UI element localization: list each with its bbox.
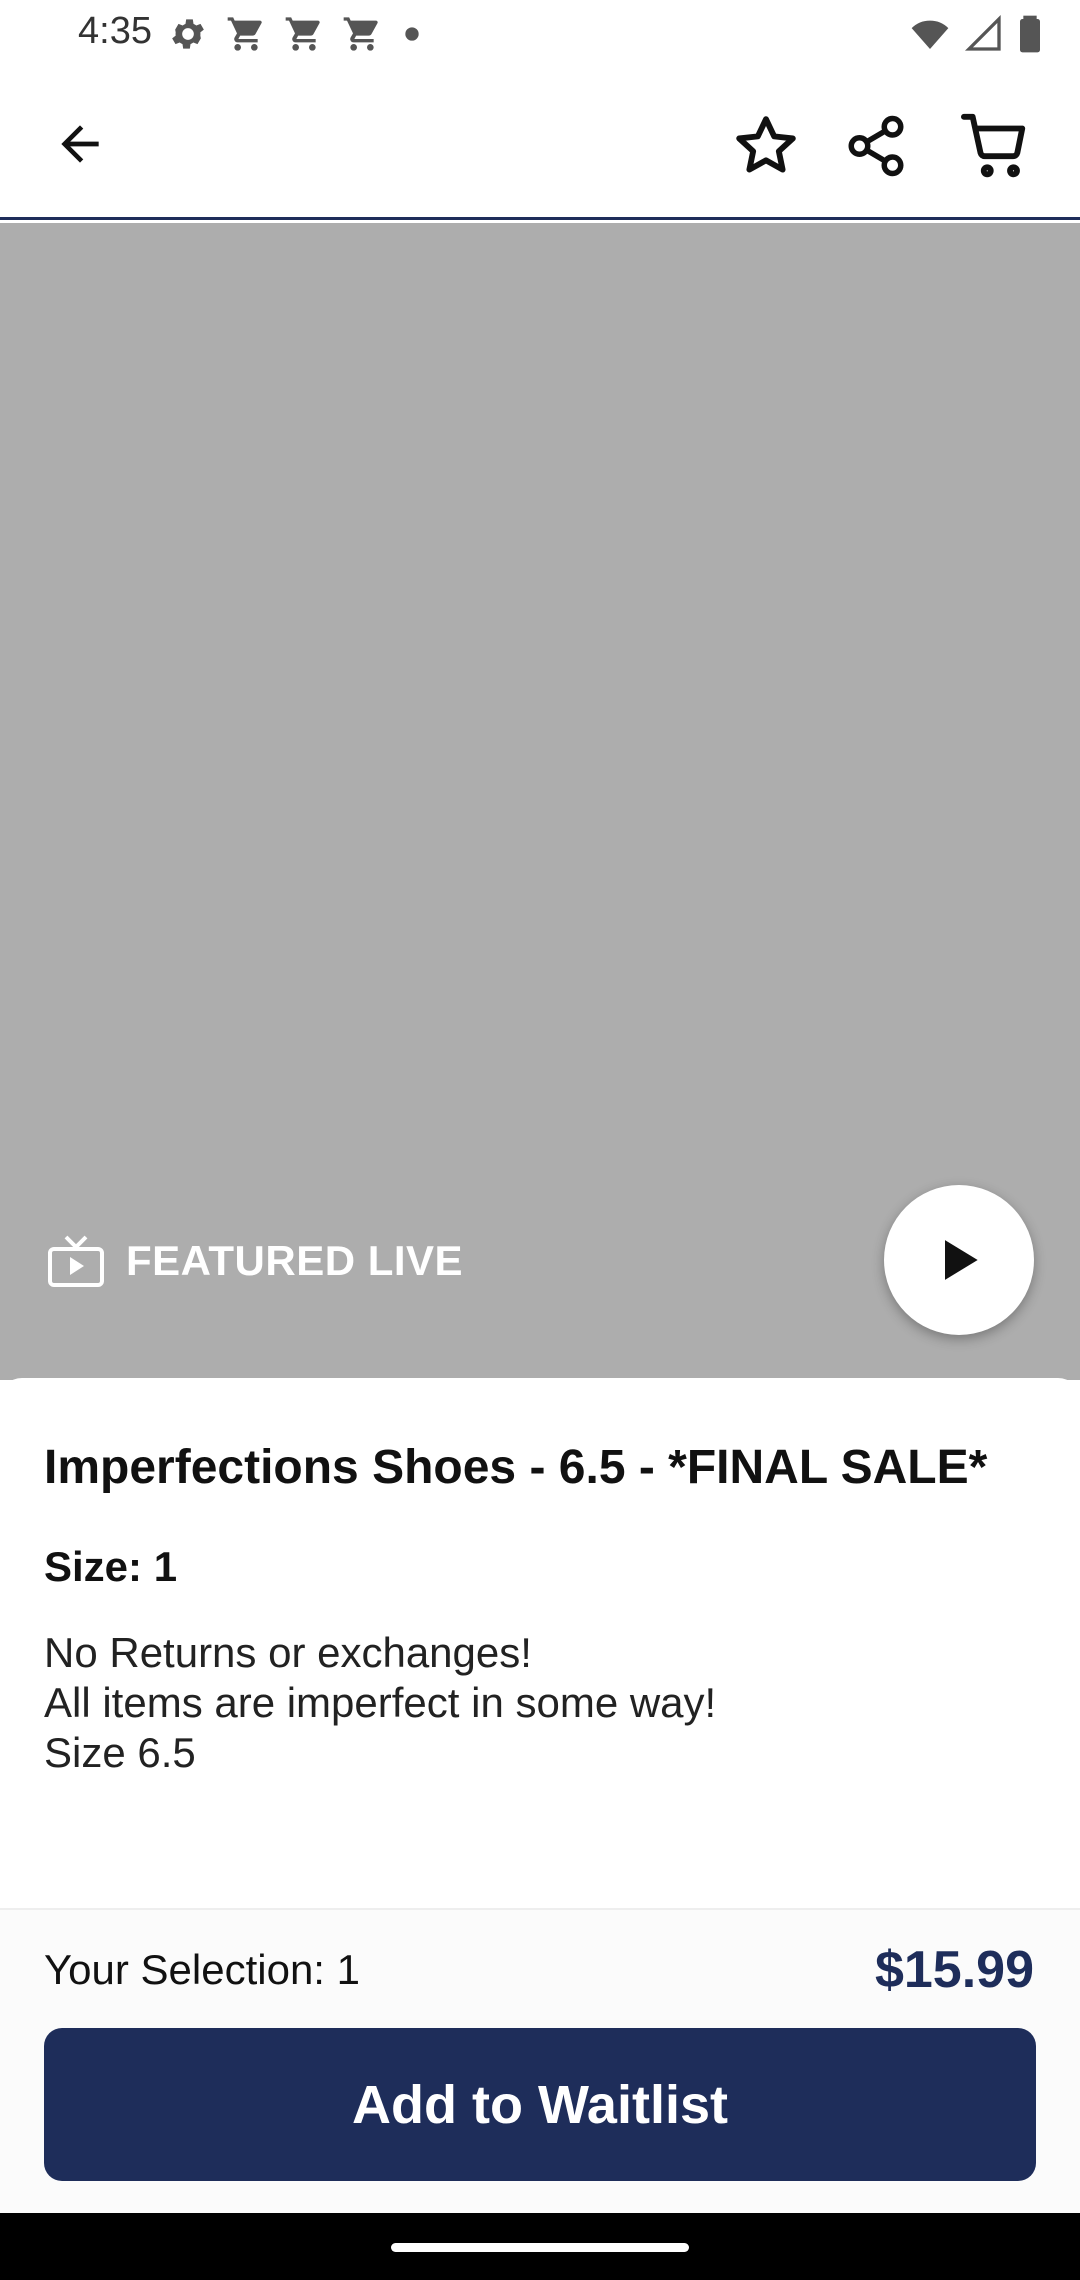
size-value: 1	[153, 1543, 178, 1590]
cart-icon	[961, 113, 1026, 178]
cart-notification-icon	[285, 17, 320, 51]
description-line: All items are imperfect in some way!	[44, 1679, 717, 1726]
play-icon	[945, 1240, 978, 1280]
tv-icon	[48, 1235, 104, 1287]
play-button[interactable]	[884, 1185, 1034, 1335]
app-bar	[0, 68, 1080, 220]
cart-notification-icon	[227, 17, 262, 51]
description-line: No Returns or exchanges!	[44, 1629, 532, 1676]
selection-summary: Your Selection: 1	[44, 1946, 360, 1994]
size-label: Size:	[44, 1543, 143, 1590]
featured-live-label: FEATURED LIVE	[126, 1237, 464, 1284]
status-time: 4:35	[78, 10, 152, 52]
dot-icon	[405, 27, 419, 41]
cart-notification-icon	[343, 17, 378, 51]
wifi-icon	[911, 20, 949, 49]
star-outline-icon	[736, 116, 796, 173]
home-indicator[interactable]	[391, 2243, 689, 2252]
status-bar: 4:35	[0, 0, 1080, 68]
add-to-waitlist-button[interactable]: Add to Waitlist	[44, 2028, 1036, 2181]
signal-icon	[964, 14, 1001, 51]
size-row: Size: 1	[44, 1543, 177, 1591]
share-icon	[848, 115, 904, 177]
price: $15.99	[874, 1941, 1034, 1999]
battery-icon	[1020, 15, 1040, 53]
notification-icons	[168, 14, 424, 54]
system-nav-bar	[0, 2213, 1080, 2280]
back-button[interactable]	[40, 104, 120, 184]
product-details: Imperfections Shoes - 6.5 - *FINAL SALE*…	[0, 1378, 1080, 1908]
selection-label: Your Selection:	[44, 1946, 325, 1993]
description-line: Size 6.5	[44, 1729, 196, 1776]
share-button[interactable]	[834, 104, 918, 188]
system-icons	[908, 14, 1044, 54]
product-title: Imperfections Shoes - 6.5 - *FINAL SALE*	[44, 1441, 988, 1494]
arrow-back-icon	[61, 125, 99, 163]
purchase-bar: Your Selection: 1 $15.99 Add to Waitlist	[0, 1908, 1080, 2213]
gear-icon	[172, 19, 204, 49]
favorite-button[interactable]	[724, 104, 808, 188]
cart-button[interactable]	[954, 104, 1038, 188]
featured-live-badge: FEATURED LIVE	[48, 1235, 463, 1287]
selection-value: 1	[336, 1946, 361, 1993]
product-description: No Returns or exchanges! All items are i…	[44, 1628, 716, 1778]
